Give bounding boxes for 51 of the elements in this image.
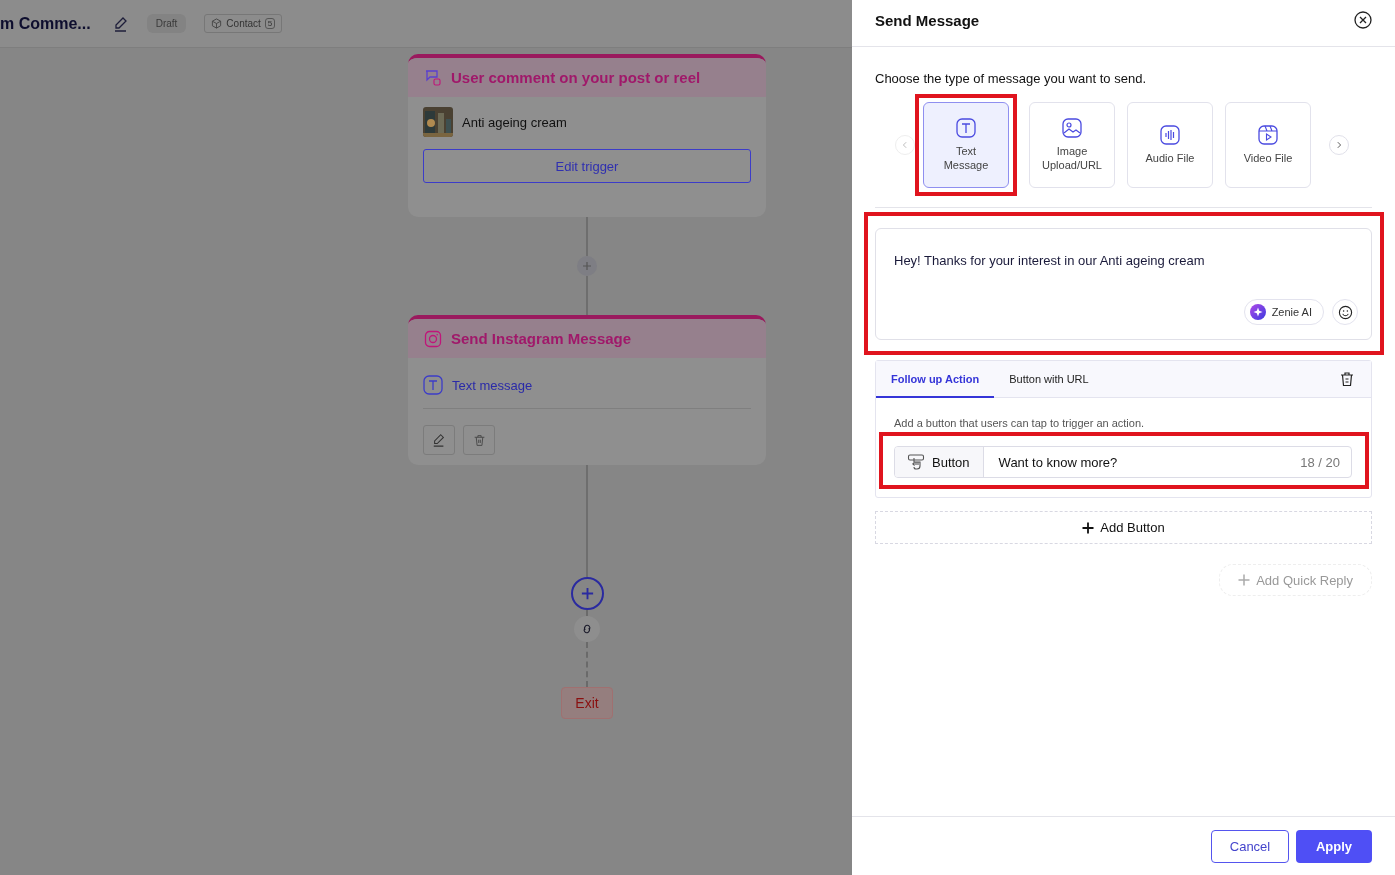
drawer-title: Send Message — [875, 11, 980, 29]
delete-button[interactable] — [463, 425, 495, 455]
edit-button[interactable] — [423, 425, 455, 455]
message-field[interactable]: Hey! Thanks for your interest in our Anti ageing cream Zenie AI — [875, 228, 1372, 340]
contact-count: 5 — [264, 18, 276, 29]
delete-icon[interactable] — [1339, 371, 1355, 387]
contact-button[interactable]: Contact 5 — [204, 14, 283, 33]
add-step-button[interactable] — [577, 256, 597, 276]
cancel-button[interactable]: Cancel — [1211, 829, 1289, 863]
pencil-icon — [432, 433, 446, 447]
hint-text: Add a button that users can tap to trigger an action. — [893, 417, 1146, 429]
message-text: Hey! Thanks for your interest in our Anti ageing cream — [894, 253, 1206, 268]
trash-icon — [472, 433, 486, 447]
post-name: Anti ageing cream — [462, 114, 567, 130]
tab[interactable]: Follow up Action — [876, 361, 995, 398]
message-type-option[interactable]: Text Message — [923, 102, 1009, 188]
card-title: Send Instagram Message — [451, 330, 632, 347]
chevron-left-icon — [901, 141, 909, 149]
card-title: User comment on your post or reel — [451, 69, 701, 86]
message-type-option[interactable]: Image Upload/URL — [1029, 102, 1115, 188]
comment-icon — [424, 68, 442, 87]
apply-button[interactable]: Apply — [1296, 829, 1372, 863]
sparkle-icon — [1249, 304, 1266, 320]
audio-icon — [1160, 125, 1180, 145]
status-badge: Draft — [146, 14, 187, 33]
plus-icon — [579, 586, 595, 601]
plus-icon — [1082, 521, 1095, 534]
link-icon[interactable] — [574, 616, 600, 642]
character-counter: 18 / 20 — [1300, 454, 1340, 470]
message-type-option[interactable]: Video File — [1225, 102, 1311, 188]
plus-icon — [582, 261, 592, 271]
flow-title: m Comme... — [0, 14, 91, 33]
prompt-text: Choose the type of message you want to send. — [875, 71, 1147, 86]
button-type-selector[interactable]: Button — [895, 447, 984, 477]
message-type-option[interactable]: Audio File — [1127, 102, 1213, 188]
contact-label: Contact — [226, 18, 261, 29]
add-button[interactable]: Add Button — [875, 511, 1372, 544]
text-icon — [423, 375, 443, 395]
cube-icon — [211, 18, 223, 29]
chevron-right-icon — [1335, 141, 1343, 149]
smiley-icon — [1337, 304, 1353, 320]
add-step-button[interactable] — [570, 577, 604, 610]
video-icon — [1258, 125, 1278, 145]
button-text-field[interactable]: Want to know more? 18 / 20 — [983, 447, 1351, 477]
close-icon[interactable] — [1353, 10, 1373, 30]
text-icon — [956, 118, 976, 138]
pencil-icon[interactable] — [112, 15, 129, 32]
tab[interactable]: Button with URL — [994, 361, 1104, 397]
plus-icon — [1238, 574, 1251, 586]
image-icon — [1062, 118, 1082, 138]
instagram-icon — [424, 329, 442, 348]
